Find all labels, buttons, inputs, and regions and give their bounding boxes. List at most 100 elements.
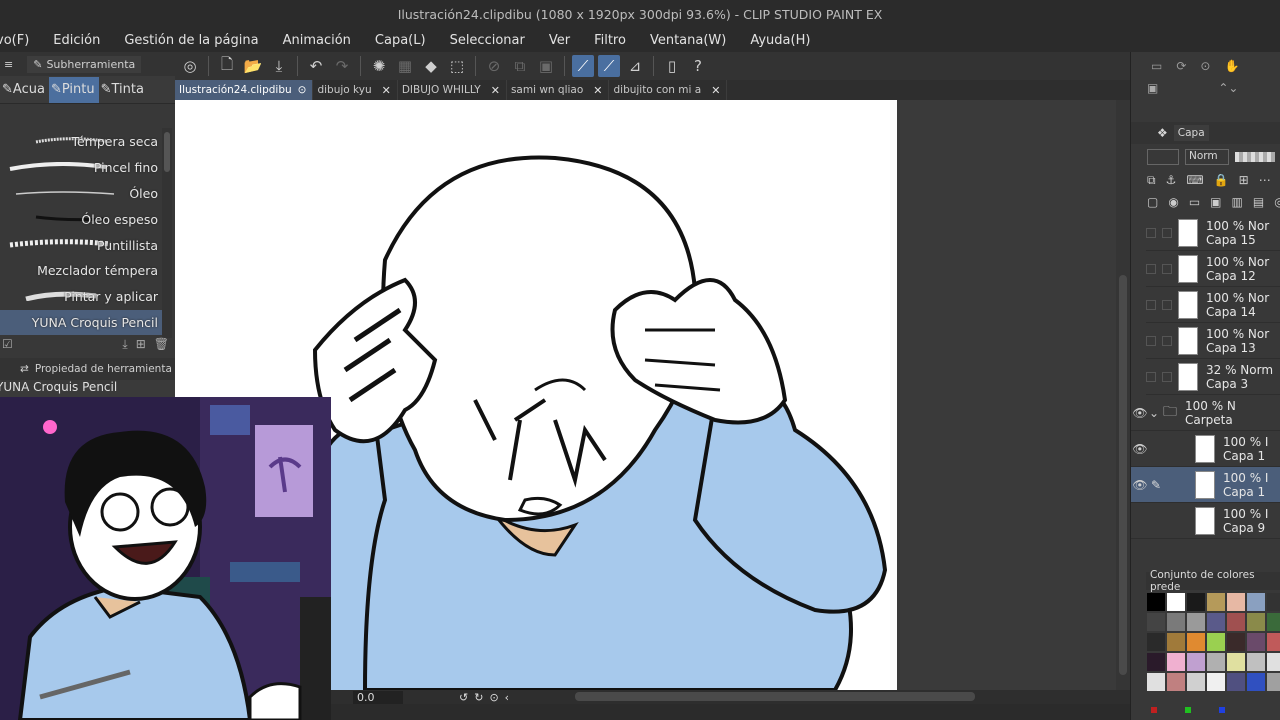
menu-animacion[interactable]: Animación [271,33,363,48]
canvas-horizontal-scrollbar[interactable] [575,692,975,701]
blend-mode-select[interactable]: Norm [1185,149,1229,165]
color-swatch[interactable] [1167,633,1185,651]
new-file-icon[interactable]: 🗋 [216,55,238,77]
snap-ruler-icon[interactable]: ⟋ [572,55,594,77]
layer-edit-toggle[interactable] [1162,227,1172,238]
layer-property-icon[interactable]: ▣ [1147,81,1158,95]
color-swatch[interactable] [1147,653,1165,671]
color-swatch[interactable] [1247,613,1265,631]
subtool-settings-icon[interactable]: ☑ [0,337,13,351]
file-tab[interactable]: dibujito con mi a ✕ [609,80,728,100]
menu-gestion-pagina[interactable]: Gestión de la página [112,33,270,48]
hand-icon[interactable]: ✋ [1224,59,1239,73]
layer-visibility-toggle[interactable] [1146,299,1156,310]
color-swatch[interactable] [1267,653,1280,671]
mask-icon[interactable]: ▣ [1210,195,1221,209]
color-swatch[interactable] [1167,613,1185,631]
layer-folder-row[interactable]: 👁 ⌄ 🗀 100 % N Carpeta [1131,395,1280,431]
clip-icon[interactable]: ⧉ [1147,173,1156,188]
more-icon[interactable]: ⋯ [1259,173,1271,187]
scrollbar-thumb[interactable] [1119,275,1127,675]
color-swatch[interactable] [1207,673,1225,691]
layer-visibility-toggle[interactable] [1146,371,1156,382]
color-swatch[interactable] [1247,633,1265,651]
new-raster-icon[interactable]: ▢ [1147,195,1158,209]
file-tab[interactable]: dibujo kyu ✕ [313,80,398,100]
transform-icon[interactable]: ⬚ [446,55,468,77]
scroll-left-icon[interactable]: ‹ [505,691,509,704]
crop-icon[interactable]: ⧉ [509,55,531,77]
color-swatch[interactable] [1267,673,1280,691]
eye-icon[interactable]: 👁 [1131,478,1149,492]
snap-special-ruler-icon[interactable]: ⟋ [598,55,620,77]
color-swatch[interactable] [1267,633,1280,651]
undo-icon[interactable]: ↶ [305,55,327,77]
zoom-field[interactable]: 0.0 [353,690,403,704]
layer-row[interactable]: 100 % Nor Capa 12 [1146,251,1280,287]
snap-grid-icon[interactable]: ⊿ [624,55,646,77]
tab-pintura[interactable]: ✎ Pintu [48,76,99,103]
eye-icon[interactable]: 👁 [1131,442,1149,456]
color-swatch[interactable] [1187,673,1205,691]
layer-row[interactable]: 👁 100 % I Capa 1 [1131,431,1280,467]
brush-item[interactable]: Óleo [0,181,162,207]
expand-icon[interactable]: ⌃⌄ [1218,81,1238,95]
menu-capa[interactable]: Capa(L) [363,33,438,48]
scrollbar-thumb[interactable] [164,132,170,172]
close-icon[interactable]: ✕ [593,84,602,97]
layer-row[interactable]: 100 % Nor Capa 14 [1146,287,1280,323]
refresh-icon[interactable]: ⟳ [1176,59,1186,73]
device-icon[interactable]: ▯ [661,55,683,77]
close-icon[interactable]: ✕ [491,84,500,97]
color-swatch[interactable] [1207,593,1225,611]
tab-acuarela[interactable]: ✎ Acua [0,77,49,103]
color-swatch[interactable] [1247,673,1265,691]
delete-layer-icon[interactable]: ▤ [1253,195,1264,209]
color-swatch[interactable] [1147,593,1165,611]
color-swatch[interactable] [1227,593,1245,611]
settings-icon[interactable]: ◎ [1274,195,1280,209]
color-swatch[interactable] [1187,593,1205,611]
menu-ventana[interactable]: Ventana(W) [638,33,738,48]
layer-visibility-toggle[interactable] [1146,227,1156,238]
layer-visibility-toggle[interactable] [1146,263,1156,274]
file-tab[interactable]: sami wn qliao ✕ [507,80,610,100]
menu-seleccionar[interactable]: Seleccionar [438,33,537,48]
lock-alpha-icon[interactable]: ⊞ [1239,173,1249,187]
open-folder-icon[interactable]: 📂 [242,55,264,77]
reset-rotation-icon[interactable]: ⊙ [489,691,498,704]
menu-archivo[interactable]: vo(F) [0,33,41,48]
clear-icon[interactable]: ▦ [394,55,416,77]
delete-subtool-icon[interactable]: 🗑 [154,337,169,351]
color-swatch[interactable] [1167,593,1185,611]
reference-icon[interactable]: ⚓ [1166,173,1177,187]
layer-edit-toggle[interactable] [1162,299,1172,310]
file-tab[interactable]: DIBUJO WHILLY ✕ [398,80,507,100]
layer-edit-toggle[interactable] [1162,335,1172,346]
color-swatch[interactable] [1207,613,1225,631]
color-swatch[interactable] [1227,653,1245,671]
subtool-tab[interactable]: ✎ Subherramienta [27,55,142,73]
new-folder-icon[interactable]: ▭ [1189,195,1200,209]
brush-list-scrollbar[interactable] [162,128,172,338]
settings-icon[interactable]: ✺ [368,55,390,77]
save-icon[interactable]: ⤓ [268,55,290,77]
layer-visibility-toggle[interactable] [1146,335,1156,346]
brush-item[interactable]: Pincel fino [0,155,162,181]
opacity-slider[interactable] [1235,152,1275,162]
brush-item-selected[interactable]: YUNA Croquis Pencil [0,309,162,336]
chevron-down-icon[interactable]: ⌄ [1149,406,1163,420]
brush-item[interactable]: Mezclador témpera [0,258,162,284]
color-swatch[interactable] [1147,613,1165,631]
eye-icon[interactable]: 👁 [1131,406,1149,420]
file-tab[interactable]: Ilustración24.clipdibu ⊙ [175,80,314,100]
brush-item[interactable]: Puntillista [0,232,162,258]
color-swatch[interactable] [1247,593,1265,611]
layer-row[interactable]: 100 % I Capa 9 [1131,503,1280,539]
canvas-vertical-scrollbar[interactable] [1116,100,1130,690]
color-swatch[interactable] [1167,673,1185,691]
brush-item[interactable]: Óleo espeso [0,206,162,232]
layer-edit-toggle[interactable] [1162,263,1172,274]
layer-row[interactable]: 100 % Nor Capa 15 [1146,215,1280,251]
clip-studio-icon[interactable]: ◎ [179,55,201,77]
